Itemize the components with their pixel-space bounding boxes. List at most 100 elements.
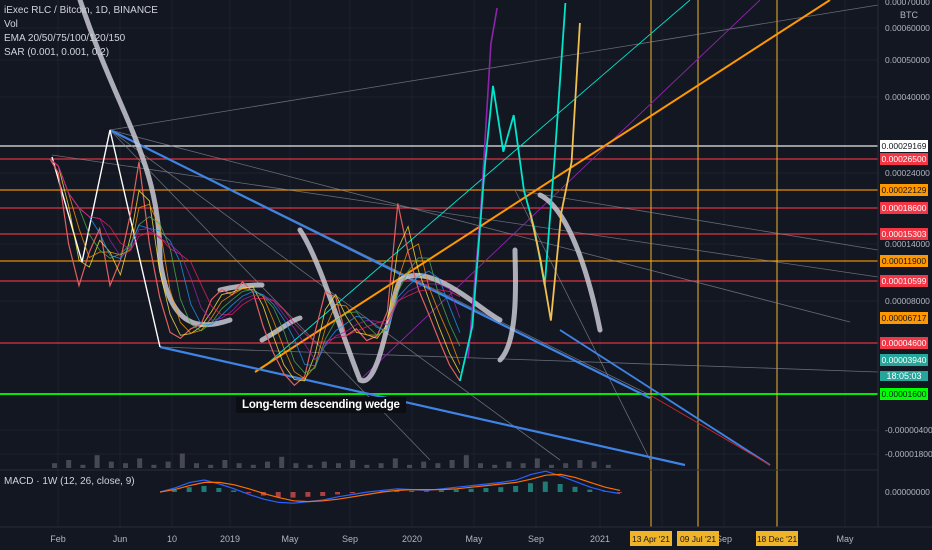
volume-bar [151,464,157,468]
volume-bar [407,464,412,468]
y-tick-label: 0.00060000 [885,23,930,33]
macd-histogram-bar [305,492,311,497]
volume-bar [194,463,199,468]
volume-bar [279,456,285,468]
y-tick-label: 0.00050000 [885,55,930,65]
x-tick-label: 2019 [220,534,240,544]
volume-bar [236,463,242,468]
volume-label: Vol [4,19,18,30]
date-marker-text: 13 Apr '21 [632,534,670,544]
macd-histogram-bar [201,486,207,492]
price-chart[interactable]: MACD · 1W (12, 26, close, 9) 0.00070000 0.… [0,0,932,550]
volume-bar [478,463,483,468]
volume-bar [506,461,512,468]
volume-bar [392,458,398,468]
chart-legend: iExec RLC / Bitcoin, 1D, BINANCE Vol EMA… [4,4,158,60]
price-label-text: 0.00029169 [882,141,927,151]
volume-bar [123,463,128,468]
volume-bar [549,464,554,468]
macd-histogram-bar [557,484,563,492]
macd-histogram-bar [468,488,474,492]
volume-bar [435,463,441,468]
volume-bar [208,464,214,468]
cursor-time-label: 18:05:03 [880,371,928,381]
macd-histogram-bar [349,492,355,494]
volume-bar [265,461,270,468]
x-tick-label: Jun [113,534,128,544]
volume-bar [137,458,143,468]
macd-histogram-bar [409,490,415,492]
volume-bar [307,464,313,468]
macd-label: MACD · 1W (12, 26, close, 9) [4,476,135,487]
volume-bar [577,460,583,468]
volume-bar [591,461,597,468]
price-label-text: 0.00026500 [882,154,927,164]
x-tick-label: Feb [50,534,66,544]
macd-histogram-bar [186,487,192,492]
x-tick-label: 2021 [590,534,610,544]
macd-histogram-bar [290,492,296,498]
volume-bar [378,463,384,468]
macd-histogram-bar [216,488,222,492]
volume-bar [321,461,327,468]
x-tick-label: 2020 [402,534,422,544]
volume-bar [364,464,370,468]
macd-histogram-bar [527,483,533,492]
volume-bar [52,463,57,468]
x-tick-label: 10 [167,534,177,544]
macd-y-tick-label: 0.00000000 [885,487,930,497]
y-tick-label: 0.00070000 [885,0,930,7]
y-tick-label: -0.00000400 [885,425,932,435]
volume-bar [179,453,185,468]
volume-bar [350,460,356,468]
y-tick-label: 0.00008000 [885,296,930,306]
x-tick-label: Sep [528,534,544,544]
price-label-text: 0.00011900 [882,256,927,266]
x-tick-label: May [281,534,299,544]
volume-bar [66,460,72,468]
volume-bar [165,461,171,468]
date-marker-text: 09 Jul '21 [680,534,716,544]
price-label-text: 0.00015303 [882,229,927,239]
macd-histogram-bar [231,490,237,492]
volume-bar [463,455,469,468]
sar-label: SAR (0.001, 0.001, 0.2) [4,47,110,58]
price-label-text: 0.00004600 [882,338,927,348]
price-label-text: 0.00022129 [882,185,927,195]
macd-histogram-bar [483,488,489,492]
volume-bar [222,460,228,468]
volume-bar [520,463,526,468]
volume-bar [293,463,299,468]
volume-bar [94,455,100,468]
macd-histogram-bar [498,487,504,492]
price-label-text: 0.00018600 [882,203,927,213]
macd-histogram-bar [320,492,326,496]
volume-bar [250,464,256,468]
y-tick-label: 0.00040000 [885,92,930,102]
x-tick-label: May [465,534,483,544]
macd-histogram-bar [335,492,341,495]
y-tick-label: -0.00001800 [885,449,932,459]
y-tick-label: 0.00014000 [885,239,930,249]
symbol-line: iExec RLC / Bitcoin, 1D, BINANCE [4,5,158,16]
price-label-text: 0.00010599 [882,276,927,286]
macd-histogram-bar [424,491,430,492]
macd-histogram-bar [572,486,578,492]
volume-bar [421,461,427,468]
volume-bar [563,463,569,468]
macd-histogram-bar [453,489,459,492]
volume-bar [605,464,611,468]
macd-histogram-bar [542,481,548,492]
volume-bar [449,460,455,468]
x-tick-label: Sep [342,534,358,544]
ema-label: EMA 20/50/75/100/120/150 [4,33,126,44]
price-label-text: 0.00006717 [882,313,927,323]
wedge-annotation: Long-term descending wedge [236,397,406,413]
volume-bar [108,461,114,468]
date-marker-text: 18 Dec '21 [757,534,798,544]
macd-histogram-bar [587,489,593,492]
volume-bar [534,458,540,468]
price-label-text: 0.00001600 [882,389,927,399]
volume-bar [80,464,86,468]
scale-unit-label: BTC [900,10,918,20]
